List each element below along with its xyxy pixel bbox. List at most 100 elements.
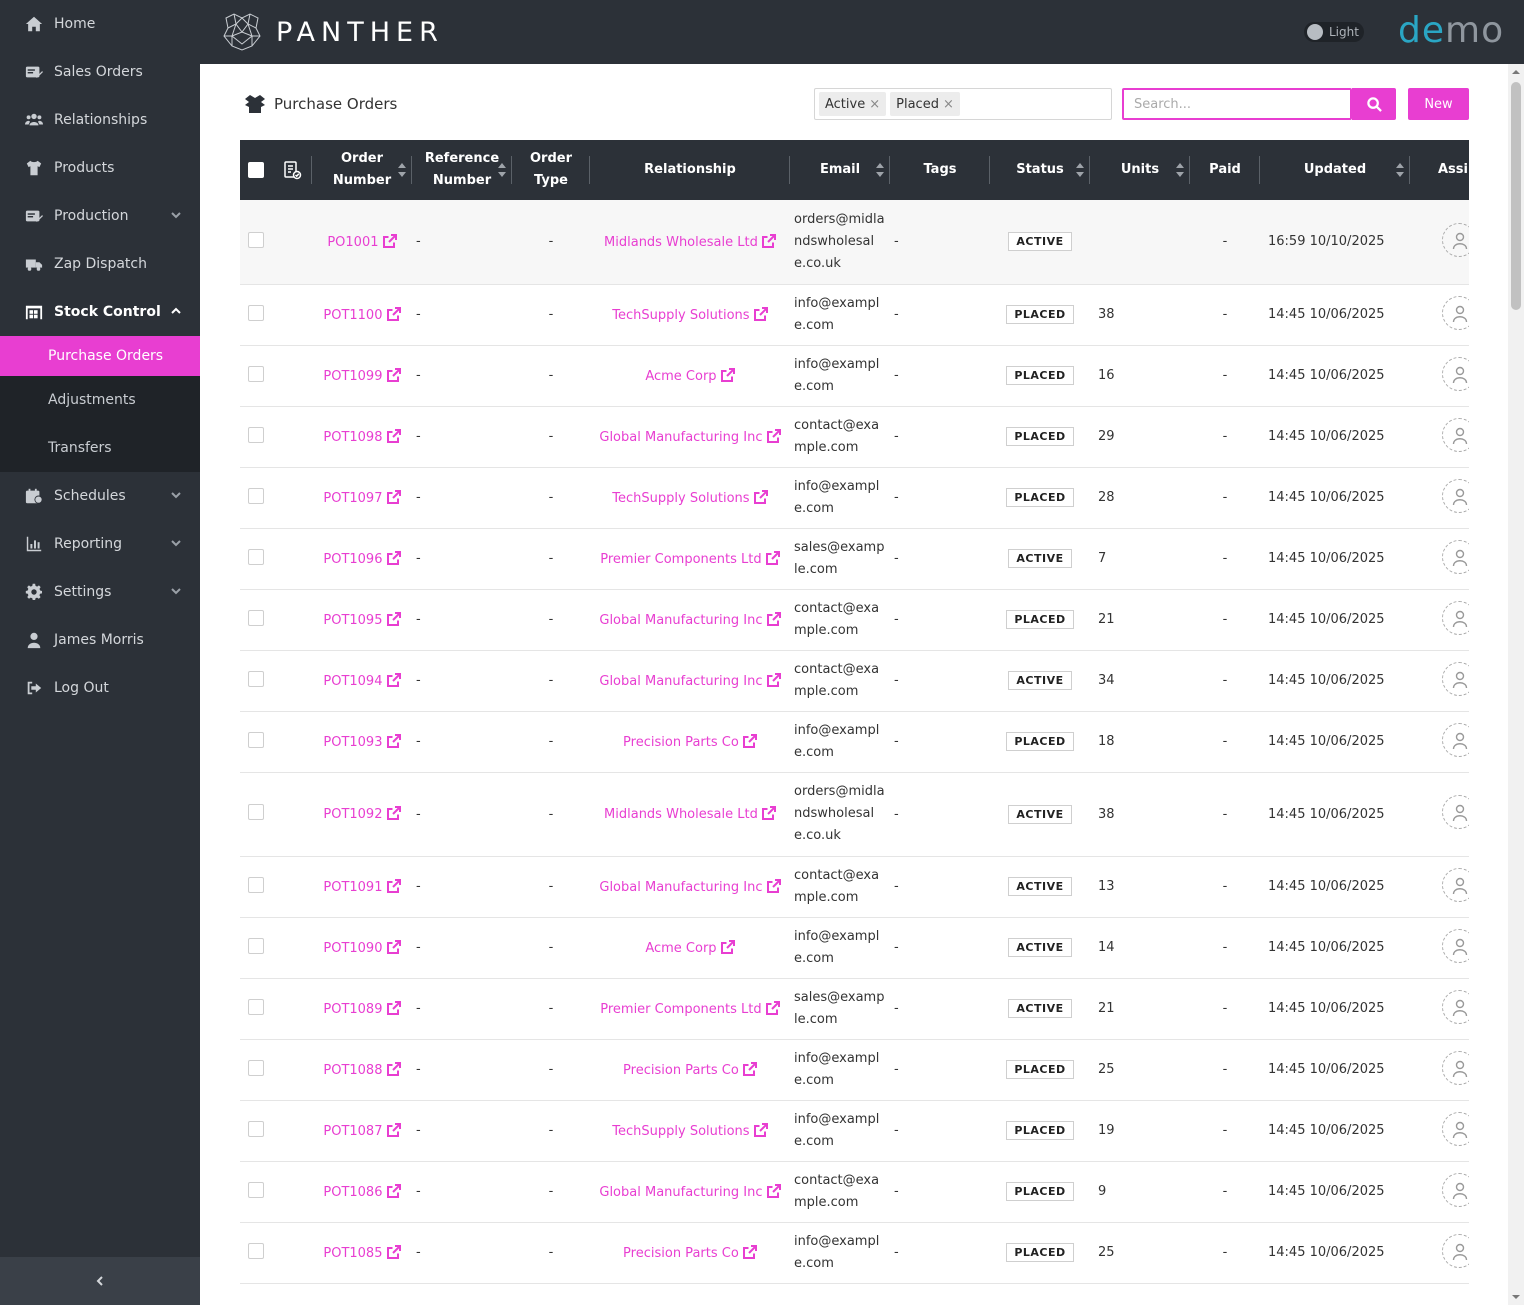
external-link-icon[interactable] <box>386 878 401 895</box>
row-checkbox[interactable] <box>248 426 264 443</box>
row-checkbox[interactable] <box>248 231 264 248</box>
nav-stock-control[interactable]: Stock Control <box>0 288 200 336</box>
relationship-link[interactable]: Global Manufacturing Inc <box>599 880 762 895</box>
row-checkbox[interactable] <box>248 998 264 1015</box>
external-link-icon[interactable] <box>761 233 776 250</box>
table-row[interactable]: POT1097 - - TechSupply Solutions info@exam… <box>240 467 1469 529</box>
external-link-icon[interactable] <box>386 733 401 750</box>
relationship-link[interactable]: Premier Components Ltd <box>600 552 761 567</box>
row-checkbox[interactable] <box>248 609 264 626</box>
order-number-link[interactable]: POT1096 <box>323 552 382 567</box>
external-link-icon[interactable] <box>753 489 768 506</box>
table-row[interactable]: POT1088 - - Precision Parts Co info@exampl… <box>240 1039 1469 1101</box>
subnav-transfers[interactable]: Transfers <box>0 424 200 472</box>
external-link-icon[interactable] <box>766 672 781 689</box>
assign-user-avatar[interactable] <box>1442 417 1469 452</box>
status-filter[interactable]: Active × Placed × <box>814 88 1112 120</box>
table-row[interactable]: POT1086 - - Global Manufacturing Inc conta… <box>240 1161 1469 1223</box>
header-assigned[interactable]: Assi <box>1410 140 1469 200</box>
assign-user-avatar[interactable] <box>1442 295 1469 330</box>
external-link-icon[interactable] <box>742 1061 757 1078</box>
external-link-icon[interactable] <box>386 306 401 323</box>
nav-log-out[interactable]: Log Out <box>0 664 200 712</box>
external-link-icon[interactable] <box>386 1000 401 1017</box>
assign-user-avatar[interactable] <box>1442 989 1469 1024</box>
table-row[interactable]: POT1096 - - Premier Components Ltd sales@e… <box>240 528 1469 590</box>
external-link-icon[interactable] <box>766 1183 781 1200</box>
relationship-link[interactable]: Precision Parts Co <box>623 735 739 750</box>
external-link-icon[interactable] <box>386 428 401 445</box>
order-number-link[interactable]: POT1092 <box>323 807 382 822</box>
assign-user-avatar[interactable] <box>1442 867 1469 902</box>
table-row[interactable]: POT1100 - - TechSupply Solutions info@exam… <box>240 284 1469 346</box>
external-link-icon[interactable] <box>386 611 401 628</box>
order-number-link[interactable]: POT1090 <box>323 941 382 956</box>
nav-home[interactable]: Home <box>0 0 200 48</box>
order-number-link[interactable]: POT1088 <box>323 1063 382 1078</box>
row-checkbox[interactable] <box>248 304 264 321</box>
relationship-link[interactable]: Acme Corp <box>645 941 716 956</box>
external-link-icon[interactable] <box>386 1183 401 1200</box>
header-units[interactable]: Units <box>1090 140 1190 200</box>
order-number-link[interactable]: PO1001 <box>327 235 378 250</box>
table-row[interactable]: PO1001 - - Midlands Wholesale Ltd orders@m… <box>240 200 1469 285</box>
order-number-link[interactable]: POT1093 <box>323 735 382 750</box>
relationship-link[interactable]: Premier Components Ltd <box>600 1002 761 1017</box>
search-button[interactable] <box>1352 88 1396 120</box>
assign-user-avatar[interactable] <box>1442 1233 1469 1268</box>
relationship-link[interactable]: Global Manufacturing Inc <box>599 613 762 628</box>
external-link-icon[interactable] <box>720 939 735 956</box>
nav-settings[interactable]: Settings <box>0 568 200 616</box>
table-row[interactable]: POT1098 - - Global Manufacturing Inc conta… <box>240 406 1469 468</box>
relationship-link[interactable]: Midlands Wholesale Ltd <box>604 235 758 250</box>
search-input[interactable] <box>1122 88 1352 120</box>
external-link-icon[interactable] <box>742 1244 757 1261</box>
order-number-link[interactable]: POT1094 <box>323 674 382 689</box>
nav-sales-orders[interactable]: Sales Orders <box>0 48 200 96</box>
external-link-icon[interactable] <box>386 672 401 689</box>
order-number-link[interactable]: POT1099 <box>323 369 382 384</box>
table-row[interactable]: POT1092 - - Midlands Wholesale Ltd orders@… <box>240 772 1469 857</box>
table-row[interactable]: POT1085 - - Precision Parts Co info@exampl… <box>240 1222 1469 1284</box>
assign-user-avatar[interactable] <box>1442 1050 1469 1085</box>
external-link-icon[interactable] <box>720 367 735 384</box>
relationship-link[interactable]: Global Manufacturing Inc <box>599 1185 762 1200</box>
table-row[interactable]: POT1093 - - Precision Parts Co info@exampl… <box>240 711 1469 773</box>
external-link-icon[interactable] <box>386 1061 401 1078</box>
scroll-down-icon[interactable] <box>1512 1293 1520 1301</box>
nav-user-profile[interactable]: James Morris <box>0 616 200 664</box>
relationship-link[interactable]: TechSupply Solutions <box>612 308 749 323</box>
external-link-icon[interactable] <box>753 306 768 323</box>
relationship-link[interactable]: Midlands Wholesale Ltd <box>604 807 758 822</box>
external-link-icon[interactable] <box>761 806 776 822</box>
external-link-icon[interactable] <box>766 878 781 895</box>
relationship-link[interactable]: Precision Parts Co <box>623 1246 739 1261</box>
row-checkbox[interactable] <box>248 670 264 687</box>
theme-toggle[interactable]: Light <box>1304 22 1364 42</box>
assign-user-avatar[interactable] <box>1442 539 1469 574</box>
new-button[interactable]: New <box>1408 88 1469 120</box>
assign-user-avatar[interactable] <box>1442 356 1469 391</box>
row-checkbox[interactable] <box>248 937 264 954</box>
assign-user-avatar[interactable] <box>1442 661 1469 696</box>
order-number-link[interactable]: POT1097 <box>323 491 382 506</box>
row-checkbox[interactable] <box>248 365 264 382</box>
order-number-link[interactable]: POT1091 <box>323 880 382 895</box>
subnav-purchase-orders[interactable]: Purchase Orders <box>0 336 200 376</box>
select-all-checkbox[interactable] <box>248 161 264 178</box>
header-relationship[interactable]: Relationship <box>590 140 790 200</box>
header-tags[interactable]: Tags <box>890 140 990 200</box>
header-reference-number[interactable]: Reference Number <box>412 140 512 200</box>
order-number-link[interactable]: POT1098 <box>323 430 382 445</box>
relationship-link[interactable]: TechSupply Solutions <box>612 491 749 506</box>
table-row[interactable]: info@exampl <box>240 1283 1469 1305</box>
external-link-icon[interactable] <box>386 367 401 384</box>
table-row[interactable]: POT1087 - - TechSupply Solutions info@exam… <box>240 1100 1469 1162</box>
assign-user-avatar[interactable] <box>1442 928 1469 963</box>
assign-user-avatar[interactable] <box>1442 795 1469 829</box>
assign-user-avatar[interactable] <box>1442 600 1469 635</box>
header-email[interactable]: Email <box>790 140 890 200</box>
table-row[interactable]: POT1099 - - Acme Corp info@example.com - PLA… <box>240 345 1469 407</box>
external-link-icon[interactable] <box>753 1122 768 1139</box>
column-options-header[interactable] <box>272 140 312 200</box>
